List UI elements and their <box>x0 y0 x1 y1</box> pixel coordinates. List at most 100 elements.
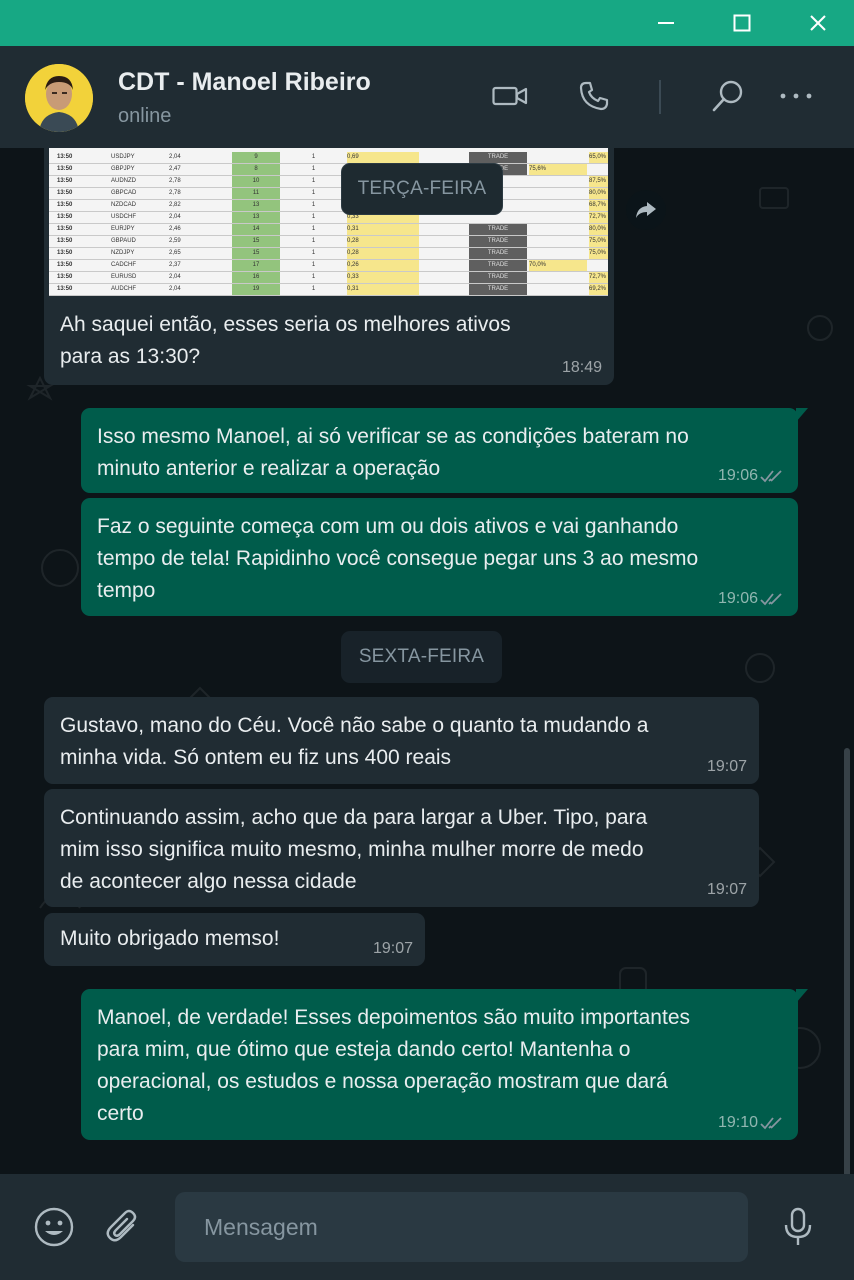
sheet-cell: EURJPY <box>111 226 135 232</box>
message-text-line: tempo de tela! Rapidinho você consegue p… <box>97 547 699 570</box>
maximize-icon[interactable] <box>712 0 772 46</box>
sheet-cell: EURUSD <box>111 274 137 280</box>
sheet-row: 13:50GBPCAD2,781110,4580,0% <box>49 188 608 200</box>
outgoing-message[interactable]: Isso mesmo Manoel, ai só verificar se as… <box>81 408 798 493</box>
message-time: 19:07 <box>706 758 747 775</box>
sheet-cell: 87,5% <box>589 176 608 187</box>
sheet-cell: 2,78 <box>169 190 181 196</box>
message-text-line: Faz o seguinte começa com um ou dois ati… <box>97 515 679 538</box>
sheet-cell: 1 <box>311 238 316 244</box>
sheet-cell: 9 <box>232 152 280 163</box>
outgoing-message[interactable]: Faz o seguinte começa com um ou dois ati… <box>81 498 798 616</box>
sheet-cell: TRADE <box>469 152 527 163</box>
sheet-cell: 13:50 <box>57 214 73 220</box>
sheet-cell: 19 <box>232 284 280 295</box>
chat-header: CDT - Manoel Ribeiro online <box>0 46 854 148</box>
sheet-cell: 69,2% <box>589 284 608 295</box>
sheet-row: 13:50 NZDJPY 2,65 15 1 0,28 TRADE 75,0% <box>49 248 608 260</box>
sheet-cell: 13:50 <box>57 190 73 196</box>
sheet-cell: 1 <box>311 226 316 232</box>
sheet-cell: 1 <box>311 154 316 160</box>
sheet-cell: 2,04 <box>169 214 181 220</box>
sheet-cell: 68,7% <box>589 200 608 211</box>
sheet-cell: 0,28 <box>347 236 419 247</box>
sheet-cell: USDJPY <box>111 154 135 160</box>
sheet-cell: CADCHF <box>111 262 136 268</box>
sheet-cell: TRADE <box>469 224 527 235</box>
incoming-message[interactable]: Gustavo, mano do Céu. Você não sabe o qu… <box>44 697 759 784</box>
sheet-cell <box>529 212 587 223</box>
sheet-cell <box>529 248 587 259</box>
sheet-cell <box>529 284 587 295</box>
message-text-line: minha vida. Só ontem eu fiz uns 400 reai… <box>60 746 452 769</box>
message-time: 19:06 <box>717 467 758 484</box>
menu-dots-icon[interactable] <box>774 74 818 118</box>
emoji-icon[interactable] <box>31 1204 77 1250</box>
sheet-cell: 13:50 <box>57 226 73 232</box>
chat-area[interactable]: Ah saquei então, esses seria os melhores… <box>0 148 854 1174</box>
phone-icon[interactable] <box>572 74 616 118</box>
sheet-cell: USDCHF <box>111 214 136 220</box>
contact-name[interactable]: CDT - Manoel Ribeiro <box>118 68 371 97</box>
sheet-cell: 8 <box>232 164 280 175</box>
header-divider <box>659 80 661 114</box>
close-icon[interactable] <box>788 0 848 46</box>
message-input[interactable] <box>175 1192 748 1262</box>
sheet-cell: 13:50 <box>57 274 73 280</box>
microphone-icon[interactable] <box>775 1204 821 1250</box>
sheet-cell: 0,31 <box>347 284 419 295</box>
sheet-cell: 1 <box>311 250 316 256</box>
sheet-row: 13:50 EURUSD 2,04 16 1 0,33 TRADE 72,7% <box>49 272 608 284</box>
message-time: 19:07 <box>372 940 413 957</box>
sheet-cell: 1 <box>311 274 316 280</box>
read-ticks-icon <box>760 470 782 483</box>
sheet-cell: 2,47 <box>169 166 181 172</box>
message-time: 19:10 <box>717 1114 758 1131</box>
sheet-cell: 0,28 <box>347 248 419 259</box>
incoming-message[interactable]: Muito obrigado memso! 19:07 <box>44 913 425 966</box>
sheet-cell: 0,69 <box>347 152 419 163</box>
message-text-line: Muito obrigado memso! <box>60 927 280 950</box>
spreadsheet-image[interactable]: 13:50 USDJPY 2,04 9 1 0,69 TRADE 65,0% 13:50 GBPJ… <box>49 148 608 296</box>
message-text-line: Gustavo, mano do Céu. Você não sabe o qu… <box>60 714 649 737</box>
sheet-cell <box>589 260 608 271</box>
minimize-icon[interactable] <box>636 0 696 46</box>
message-text-line: certo <box>97 1102 144 1125</box>
sheet-cell: 2,37 <box>169 262 181 268</box>
date-separator: SEXTA-FEIRA <box>341 631 502 683</box>
sheet-cell <box>529 224 587 235</box>
sheet-cell: 15 <box>232 248 280 259</box>
avatar[interactable] <box>25 64 93 132</box>
sheet-cell <box>529 188 587 199</box>
sheet-row: 13:50AUDNZD2,781010,4787,5% <box>49 176 608 188</box>
sheet-cell: 75,6% <box>529 164 587 175</box>
sheet-cell: 75,0% <box>589 236 608 247</box>
video-call-icon[interactable] <box>488 74 532 118</box>
outgoing-message[interactable]: Manoel, de verdade! Esses depoimentos sã… <box>81 989 798 1140</box>
sheet-cell: GBPAUD <box>111 238 136 244</box>
sheet-cell: 0,33 <box>347 272 419 283</box>
attach-icon[interactable] <box>100 1204 146 1250</box>
search-icon[interactable] <box>706 74 750 118</box>
sheet-cell: 75,0% <box>589 248 608 259</box>
sheet-cell: TRADE <box>469 248 527 259</box>
message-text-line: minuto anterior e realizar a operação <box>97 457 441 480</box>
sheet-cell: 2,59 <box>169 238 181 244</box>
sheet-cell: 13:50 <box>57 178 73 184</box>
sheet-cell: 17 <box>232 260 280 271</box>
sheet-cell: 0,31 <box>347 224 419 235</box>
sheet-cell: 0,26 <box>347 260 419 271</box>
sheet-cell: 10 <box>232 176 280 187</box>
sheet-cell: 2,04 <box>169 154 181 160</box>
sheet-row: 13:50NZDCAD2,821310,3368,7% <box>49 200 608 212</box>
chat-scrollbar[interactable] <box>844 748 850 1174</box>
message-text-line: de acontecer algo nessa cidade <box>60 870 357 893</box>
sheet-cell: 16 <box>232 272 280 283</box>
forward-icon[interactable] <box>626 190 666 230</box>
sheet-row: 13:50 USDCHF 2,04 13 1 0,33 72,7% <box>49 212 608 224</box>
incoming-message[interactable]: Continuando assim, acho que da para larg… <box>44 789 759 907</box>
sheet-cell: AUDNZD <box>111 178 136 184</box>
sheet-cell: 13:50 <box>57 262 73 268</box>
sheet-cell <box>529 236 587 247</box>
message-composer <box>0 1174 854 1280</box>
